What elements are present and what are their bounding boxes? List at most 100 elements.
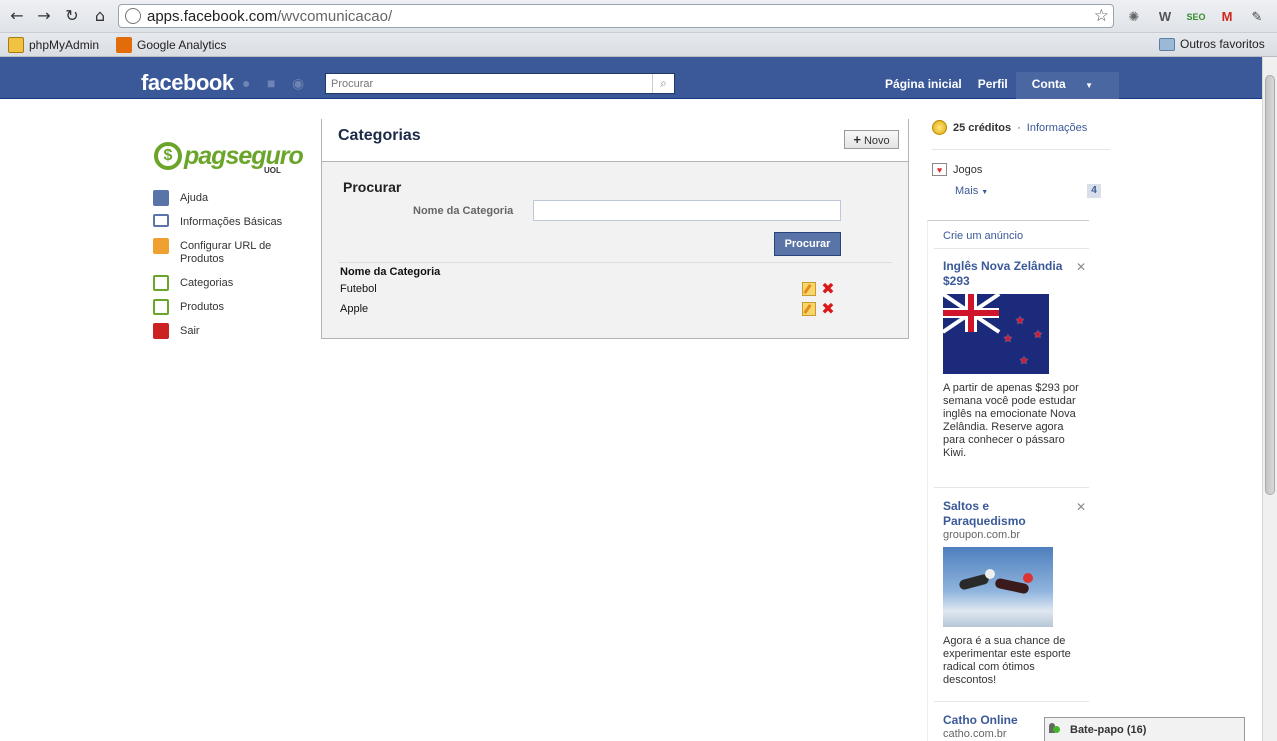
globe-icon [125,8,141,24]
more-count-badge: 4 [1087,184,1101,198]
more-link[interactable]: Mais ▼ [955,185,988,197]
account-menu[interactable]: Conta ▼ [1015,72,1119,99]
page-title: Categorias [338,127,421,144]
pagseguro-logo-mark: $ [154,142,182,170]
facebook-search: ⌕ [325,73,675,94]
credits-info-link[interactable]: Informações [1027,122,1088,134]
table-row: Apple [340,303,840,315]
friend-requests-icon[interactable]: ● [242,76,258,90]
ad-body-nz: A partir de apenas $293 por semana você … [943,382,1079,459]
bookmark-star-icon[interactable]: ☆ [1094,6,1109,26]
star-icon: ★ [1015,315,1025,327]
analytics-icon [116,37,132,53]
ad-title-skydiving[interactable]: Saltos e Paraquedismo [943,499,1071,529]
search-heading: Procurar [343,179,402,195]
category-name-cell: Apple [340,303,369,315]
bookmark-google-analytics[interactable]: Google Analytics [116,37,226,53]
credits-widget: 25 créditos · Informações [932,120,1087,135]
close-icon[interactable]: ✕ [1076,500,1086,514]
ad-domain: catho.com.br [943,728,1007,740]
categories-panel: Categorias + Novo Procurar Nome da Categ… [321,119,909,339]
chat-tab[interactable]: Bate-papo (16) [1044,717,1245,741]
bookmark-other[interactable]: Outros favoritos [1159,37,1265,51]
union-jack-shape [943,294,1001,334]
notifications-icon[interactable]: ◉ [292,76,308,90]
ad-divider [934,248,1089,249]
products-icon [153,299,169,315]
chevron-down-icon: ▼ [1085,81,1093,90]
home-icon[interactable]: ⌂ [89,6,111,26]
wrench-icon[interactable]: ✎ [1247,7,1267,27]
chevron-down-icon: ▼ [981,189,989,196]
gmail-icon[interactable]: M [1217,7,1237,27]
star-icon: ★ [1033,329,1043,341]
facebook-logo[interactable]: facebook [141,70,234,96]
address-bar[interactable]: apps.facebook.com/wvcomunicacao/ ☆ [118,4,1114,28]
ad-title-nz[interactable]: Inglês Nova Zelândia $293 [943,259,1071,289]
edit-icon[interactable] [802,302,816,316]
nav-item-ajuda[interactable]: Ajuda [153,190,313,214]
delete-icon[interactable]: ✖ [821,301,835,317]
info-card-icon [153,214,169,227]
star-icon: ★ [1003,333,1013,345]
nav-item-informacoes-basicas[interactable]: Informações Básicas [153,214,313,238]
ad-domain: groupon.com.br [943,529,1021,541]
credits-separator: · [1017,121,1021,134]
nz-flag-image[interactable]: ★ ★ ★ ★ [943,294,1049,374]
skydiving-image[interactable] [943,547,1053,627]
credits-amount: 25 créditos [953,121,1012,134]
edit-icon[interactable] [802,282,816,296]
nav-item-sair[interactable]: Sair [153,323,313,347]
new-category-button[interactable]: + Novo [844,130,899,149]
ad-divider [934,487,1089,488]
extension-gear-icon[interactable]: ✺ [1124,7,1144,27]
app-sidebar: Ajuda Informações Básicas Configurar URL… [153,190,313,347]
profile-link[interactable]: Perfil [970,72,1016,99]
close-icon[interactable]: ✕ [1076,260,1086,274]
page-scrollbar[interactable] [1262,57,1277,741]
nav-item-produtos[interactable]: Produtos [153,299,313,323]
pagseguro-logo[interactable]: $ pagseguro UOL [154,140,304,176]
plus-icon: + [853,132,861,147]
messages-icon[interactable]: ■ [267,76,283,90]
logout-icon [153,323,169,339]
bookmarks-bar: phpMyAdmin Google Analytics Outros favor… [0,33,1277,57]
right-divider [932,149,1110,150]
extension-seo-icon[interactable]: SEO [1186,7,1206,27]
games-bookmark[interactable]: ♥ Jogos [932,163,982,176]
credits-coin-icon [932,120,947,135]
ads-column: Crie um anúncio Inglês Nova Zelândia $29… [927,220,1089,741]
reload-icon[interactable]: ↻ [61,6,83,26]
category-name-label: Nome da Categoria [413,205,514,217]
table-header-category-name: Nome da Categoria [340,266,441,278]
online-status-icon [1053,726,1060,733]
categories-icon [153,275,169,291]
ad-divider [934,701,1089,702]
category-name-input[interactable] [533,200,841,221]
forward-icon[interactable]: → [33,6,55,26]
search-button[interactable]: Procurar [774,232,841,256]
back-icon[interactable]: ← [6,6,28,26]
facebook-header: facebook ● ■ ◉ ⌕ Página inicial Perfil C… [0,57,1262,99]
home-link[interactable]: Página inicial [877,72,970,99]
games-icon: ♥ [932,163,947,176]
nav-item-configurar-url[interactable]: Configurar URL de Produtos [153,238,313,275]
nav-item-categorias[interactable]: Categorias [153,275,313,299]
url-config-icon [153,238,169,254]
scrollbar-thumb[interactable] [1265,75,1275,495]
extension-w-icon[interactable]: W [1155,7,1175,27]
delete-icon[interactable]: ✖ [821,281,835,297]
search-icon[interactable]: ⌕ [652,74,674,93]
folder-icon [1159,37,1175,51]
table-divider [339,262,892,263]
star-icon: ★ [1019,355,1029,367]
help-icon [153,190,169,206]
create-ad-link[interactable]: Crie um anúncio [943,230,1023,242]
category-name-cell: Futebol [340,283,377,295]
search-input[interactable] [326,74,646,93]
browser-toolbar: ← → ↻ ⌂ apps.facebook.com/wvcomunicacao/… [0,0,1277,33]
table-row: Futebol [340,283,840,295]
search-box: Procurar Nome da Categoria Procurar Nome… [322,161,908,338]
bookmark-phpmyadmin[interactable]: phpMyAdmin [8,37,99,53]
address-text[interactable]: apps.facebook.com/wvcomunicacao/ [147,8,392,25]
